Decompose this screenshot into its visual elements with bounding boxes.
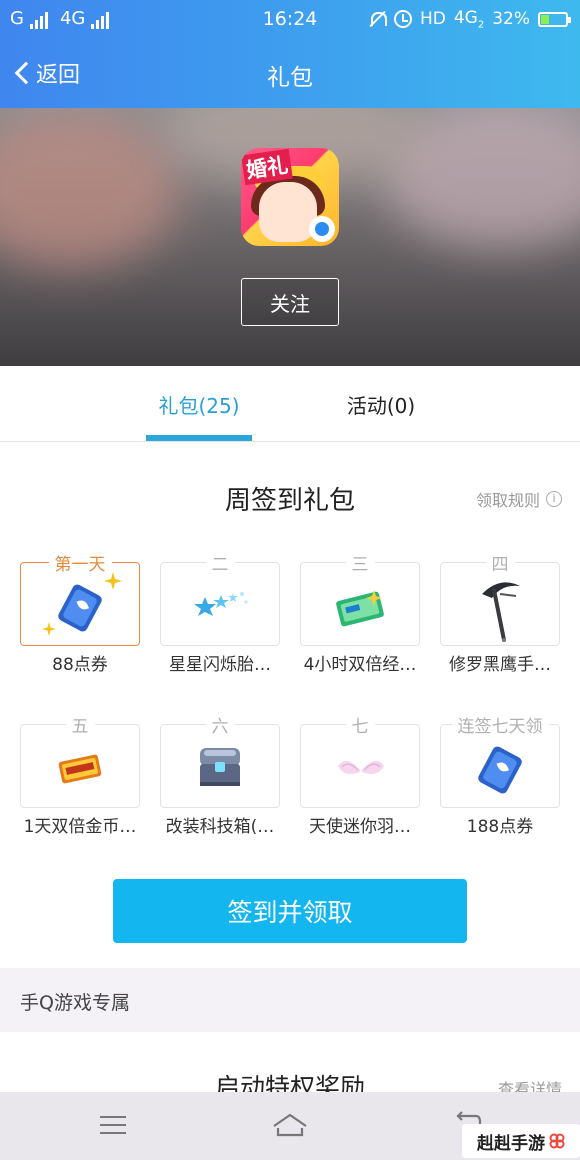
day-card-2[interactable]: 二 星星闪烁胎… — [160, 550, 280, 676]
status-icons: HD 4G2 32% — [368, 8, 571, 30]
sparkle-icon — [104, 572, 122, 590]
rules-link[interactable]: 领取规则 i — [476, 487, 562, 511]
coupon-card-icon — [478, 746, 522, 794]
game-banner: 婚礼 关注 — [0, 108, 580, 366]
day-card-4[interactable]: 四 修罗黑鹰手… — [440, 550, 560, 676]
day-label-wrap: 三 — [300, 550, 420, 575]
day-card-5[interactable]: 五 1天双倍金币… — [20, 712, 140, 838]
double-coin-card-icon — [58, 754, 102, 784]
tab-gifts[interactable]: 礼包(25) — [146, 390, 252, 419]
day-label-wrap: 四 — [440, 550, 560, 575]
hd-label: HD — [419, 9, 446, 30]
watermark-text: 赳赳手游 — [477, 1133, 545, 1154]
status-bar: G 4G 16:24 HD 4G2 32% — [0, 0, 580, 40]
day-label: 五 — [65, 717, 95, 737]
angel-wings-icon — [338, 760, 384, 774]
black-hawk-scythe-icon — [482, 582, 520, 642]
publisher-logo-icon — [309, 216, 335, 242]
tech-chest-icon — [200, 748, 240, 786]
day-card-7[interactable]: 七 天使迷你羽… — [300, 712, 420, 838]
sparkle-icon-2 — [42, 622, 56, 636]
day-label-wrap: 七 — [300, 712, 420, 737]
day-card-8[interactable]: 连签七天领 188点券 — [440, 712, 560, 838]
day-label: 三 — [345, 555, 375, 575]
day-card-3[interactable]: 三 4小时双倍经… — [300, 550, 420, 676]
header-bar: G 4G 16:24 HD 4G2 32% 返回 礼包 — [0, 0, 580, 108]
page-title: 礼包 — [267, 65, 313, 91]
day-label: 四 — [485, 555, 515, 575]
day-label-wrap: 五 — [20, 712, 140, 737]
day-label: 二 — [205, 555, 235, 575]
day-reward-name: 4小时双倍经… — [303, 655, 417, 675]
exclusive-section-header: 手Q游戏专属 — [0, 968, 580, 1032]
alarm-clock-icon — [393, 10, 412, 29]
battery-icon — [538, 11, 571, 27]
day-reward-name: 188点券 — [466, 817, 534, 837]
star-trail-icon — [194, 592, 248, 616]
day-reward-name: 88点券 — [52, 655, 108, 675]
rules-label: 领取规则 — [475, 491, 540, 510]
follow-button[interactable]: 关注 — [241, 278, 339, 326]
nav-bar: 返回 礼包 — [0, 40, 580, 108]
day-label-wrap: 连签七天领 — [440, 712, 560, 737]
banner-blur-bg — [0, 108, 180, 268]
coupon-card-icon — [58, 584, 102, 632]
tab-activities[interactable]: 活动(0) — [328, 390, 434, 419]
day-label: 连签七天领 — [451, 717, 549, 737]
active-tab-indicator — [146, 435, 252, 441]
day-label: 第一天 — [48, 555, 112, 575]
battery-fill — [541, 14, 549, 24]
watermark-badge: 赳赳手游 — [462, 1124, 580, 1158]
day-label-wrap: 六 — [160, 712, 280, 737]
day-card-6[interactable]: 六 改装科技箱(… — [160, 712, 280, 838]
day-card-1[interactable]: 第一天 88点券 — [20, 550, 140, 676]
day-reward-name: 改装科技箱(… — [165, 817, 275, 837]
double-exp-card-icon — [336, 590, 384, 627]
day-label: 七 — [345, 717, 375, 737]
network-right-label: 4G2 — [454, 8, 484, 30]
day-label-wrap: 第一天 — [20, 550, 140, 575]
day-reward-name: 星星闪烁胎… — [169, 655, 271, 675]
day-label-wrap: 二 — [160, 550, 280, 575]
day-reward-name: 修罗黑鹰手… — [449, 655, 551, 675]
home-icon[interactable] — [271, 1112, 309, 1138]
network-right-sub: 2 — [477, 19, 485, 31]
sign-in-claim-button[interactable]: 签到并领取 — [113, 879, 467, 943]
day-label: 六 — [205, 717, 235, 737]
day-reward-name: 天使迷你羽… — [309, 817, 411, 837]
game-app-icon[interactable]: 婚礼 — [241, 148, 339, 246]
menu-icon[interactable] — [100, 1114, 126, 1136]
watermark-logo-icon — [549, 1133, 565, 1149]
mute-bell-icon — [368, 10, 387, 28]
exclusive-section-label: 手Q游戏专属 — [20, 992, 130, 1014]
battery-percent: 32% — [492, 9, 530, 30]
day-reward-name: 1天双倍金币… — [23, 817, 137, 837]
icon-face-shape — [259, 182, 317, 242]
info-icon: i — [546, 491, 562, 507]
tab-bar: 礼包(25) 活动(0) — [0, 366, 580, 442]
network-right-text: 4G — [453, 8, 478, 28]
